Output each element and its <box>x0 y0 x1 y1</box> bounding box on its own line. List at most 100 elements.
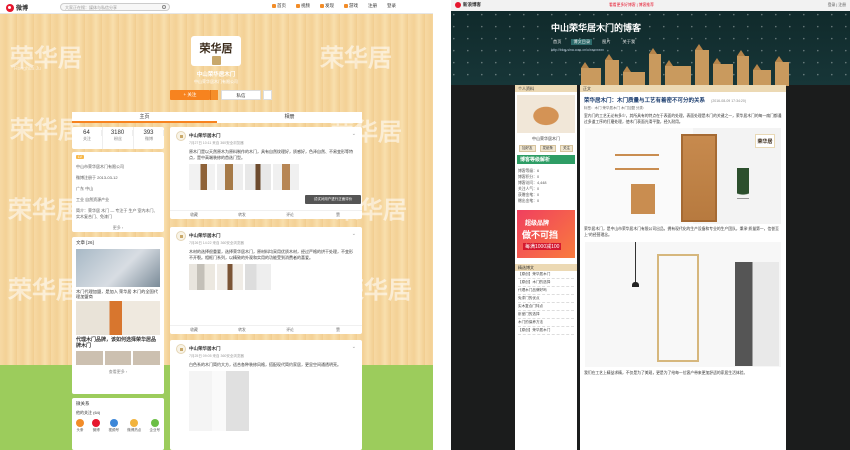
article-photo[interactable] <box>585 242 781 367</box>
sina-blog-logo[interactable]: 新浪博客 <box>455 2 481 8</box>
relation-item[interactable]: 微博热点 <box>127 419 141 433</box>
post-time[interactable]: 7月25日 09:05 来自 360安全浏览器 <box>189 354 356 359</box>
level-info: 博客等级：6 博客积分：0 博客访问：4,448 关注人气：0 获赠金笔：0 赠… <box>518 169 547 203</box>
comment-button[interactable]: 评论 <box>266 326 314 334</box>
list-item[interactable]: 【原创】荣华居木门 <box>518 327 574 335</box>
level-title[interactable]: 博客等级解析 <box>517 155 575 164</box>
relation-item[interactable]: 微博 <box>92 419 101 433</box>
list-item[interactable]: 【原创】木门的选择 <box>518 279 574 287</box>
post-time[interactable]: 7月26日 14:22 来自 360安全浏览器 <box>189 241 356 246</box>
list-item[interactable]: 代理木门品牌好吗 <box>518 287 574 295</box>
post-author[interactable]: 中山荣华居木门 <box>189 346 221 352</box>
nav-video[interactable]: 视频 <box>296 3 310 9</box>
stat-following[interactable]: 64 关注 <box>72 127 103 149</box>
list-item[interactable]: 免漆门的优点 <box>518 295 574 303</box>
article-caption[interactable]: 代理木门品牌，该如何选择荣华居品牌木门 <box>76 337 160 349</box>
article-caption[interactable]: 木门代理加盟，是加入 荣华居 木门的全国代理加盟商 <box>76 289 160 299</box>
article-photo[interactable] <box>76 249 160 287</box>
nav-home[interactable]: 首页 <box>272 3 286 9</box>
post-image[interactable] <box>189 264 215 290</box>
info-more-link[interactable]: 更多 › <box>76 225 160 231</box>
brand-logo-text: 荣华居 <box>199 42 233 55</box>
comment-button[interactable]: 评论 <box>266 211 314 219</box>
tab-home[interactable]: 主页 <box>72 112 217 123</box>
post-image[interactable] <box>189 371 249 431</box>
nav-login[interactable]: 登录 <box>387 3 396 9</box>
article-tags[interactable]: 标签：木门 荣华居木门 木门加盟 分类： <box>584 106 782 111</box>
post-image[interactable] <box>189 164 215 190</box>
post-image[interactable] <box>217 164 243 190</box>
nav-discover[interactable]: 发现 <box>320 3 334 9</box>
thumb-image[interactable] <box>133 351 161 365</box>
stat-followers[interactable]: 3180 粉丝 <box>103 127 134 149</box>
promo-link[interactable]: 看看更多好博客 | 博客推荐 <box>609 3 654 8</box>
chevron-down-icon[interactable]: ⌄ <box>352 231 356 237</box>
relation-item[interactable]: 头条 <box>76 419 84 433</box>
message-button[interactable]: 私信 <box>221 90 261 100</box>
list-item[interactable]: 木门的保养方法 <box>518 319 574 327</box>
repost-button[interactable]: 转发 <box>218 211 266 219</box>
blog-avatar[interactable] <box>517 95 575 133</box>
profile-avatar[interactable]: 荣华居 <box>191 36 241 66</box>
post-header: 中山荣华居木门 <box>176 131 356 141</box>
relation-label: 微博 <box>92 428 100 432</box>
post-image[interactable] <box>245 264 271 290</box>
tab-album[interactable]: 相册 <box>217 112 362 123</box>
favorite-button[interactable]: 收藏 <box>170 326 218 334</box>
relation-item[interactable]: 视频号 <box>109 419 119 433</box>
post-avatar[interactable] <box>176 344 186 354</box>
blog-username[interactable]: 中山荣华居木门 <box>515 136 577 142</box>
search-icon[interactable] <box>162 5 166 9</box>
favorite-button[interactable]: 收藏 <box>170 211 218 219</box>
blog-title[interactable]: 中山荣华居木门的博客 <box>551 21 641 34</box>
search-input[interactable]: 大家正在搜：媒体与私信分享 <box>60 3 170 11</box>
login-links[interactable]: 登录 | 注册 <box>828 3 846 8</box>
logo-text: 新浪博客 <box>463 2 481 7</box>
feed-post: 中山荣华居木门 ⌄ 7月25日 09:05 来自 360安全浏览器 白色系的木门… <box>170 340 362 450</box>
nav-game[interactable]: 游戏 <box>344 3 358 9</box>
post-image[interactable] <box>245 164 271 190</box>
post-avatar[interactable] <box>176 131 186 141</box>
article-more-link[interactable]: 查看更多 › <box>76 369 160 375</box>
relation-item[interactable]: 企业号 <box>150 419 160 433</box>
follow-button[interactable]: + 关注 <box>170 90 210 100</box>
weibo-logo[interactable]: 微博 <box>6 3 28 12</box>
tab-home[interactable]: 首页 <box>551 39 563 45</box>
stat-posts[interactable]: 393 微博 <box>134 127 164 149</box>
building-shape <box>737 50 749 86</box>
add-friend-button[interactable]: 加好友 <box>519 145 536 152</box>
thumb-image[interactable] <box>76 351 103 365</box>
brand-mark-icon <box>211 56 221 65</box>
post-author[interactable]: 中山荣华居木门 <box>189 133 221 139</box>
article-photo[interactable]: 荣华居 <box>585 128 781 224</box>
nav-register[interactable]: 注册 <box>368 3 377 9</box>
like-button[interactable]: 赞 <box>314 326 362 334</box>
more-options-icon[interactable] <box>263 90 272 100</box>
follow-dropdown-button[interactable] <box>210 90 218 100</box>
video-icon <box>296 4 300 8</box>
shelf-shape <box>615 168 659 170</box>
level-badge[interactable]: LV <box>76 155 85 159</box>
follow-button[interactable]: 关注 <box>560 145 573 152</box>
send-note-button[interactable]: 发纸条 <box>539 145 556 152</box>
chevron-down-icon[interactable]: ⌄ <box>352 344 356 350</box>
ad-banner[interactable]: 超级品牌 做不可挡 每满1000减100 <box>517 210 575 258</box>
chevron-down-icon[interactable]: ⌄ <box>352 131 356 137</box>
post-image[interactable] <box>273 164 299 190</box>
post-avatar[interactable] <box>176 231 186 241</box>
post-time[interactable]: 7月27日 10:11 来自 360安全浏览器 <box>189 141 356 146</box>
building-shape <box>649 48 661 86</box>
thumb-image[interactable] <box>104 351 132 365</box>
list-item[interactable]: 【原创】荣华居木门 <box>518 271 574 279</box>
like-button[interactable]: 赞 <box>314 211 362 219</box>
list-item[interactable]: 卧室门的选择 <box>518 311 574 319</box>
repost-button[interactable]: 转发 <box>218 326 266 334</box>
post-author[interactable]: 中山荣华居木门 <box>189 233 221 239</box>
profile-subtitle: 中山荣华居木门有限公司 <box>194 79 238 84</box>
list-item[interactable]: 实木复合门特点 <box>518 303 574 311</box>
article-photo[interactable] <box>76 301 160 335</box>
relations-sub[interactable]: 他的关注 (64) <box>76 410 160 416</box>
relation-label: 微博热点 <box>127 428 142 432</box>
nav-label: 注册 <box>368 3 377 8</box>
post-image[interactable] <box>217 264 243 290</box>
